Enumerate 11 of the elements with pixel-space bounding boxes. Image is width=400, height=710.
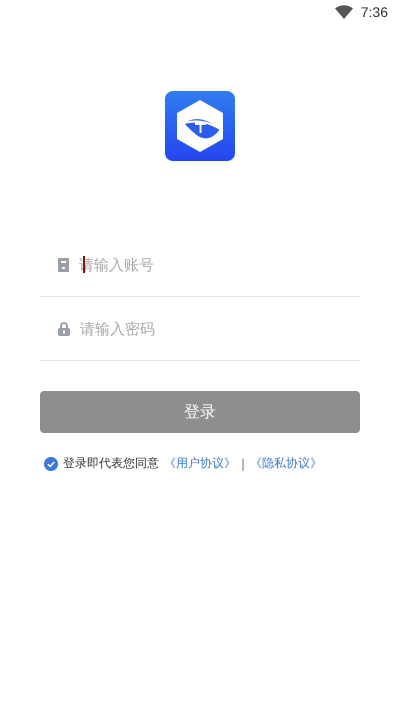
agreement-link[interactable]: 《隐私协议》 — [250, 455, 322, 472]
password-field[interactable]: 请输入密码 — [80, 320, 310, 338]
agreement-link[interactable]: 《用户协议》 — [164, 455, 236, 472]
document-icon — [58, 258, 69, 272]
app-logo — [165, 91, 235, 161]
wifi-icon — [334, 5, 353, 19]
separator: | — [241, 456, 246, 470]
lock-icon — [58, 322, 70, 336]
clock-time: 7:36 — [360, 4, 388, 20]
checkbox[interactable] — [44, 456, 58, 470]
agreement-text: 登录即代表您同意 — [63, 455, 159, 472]
